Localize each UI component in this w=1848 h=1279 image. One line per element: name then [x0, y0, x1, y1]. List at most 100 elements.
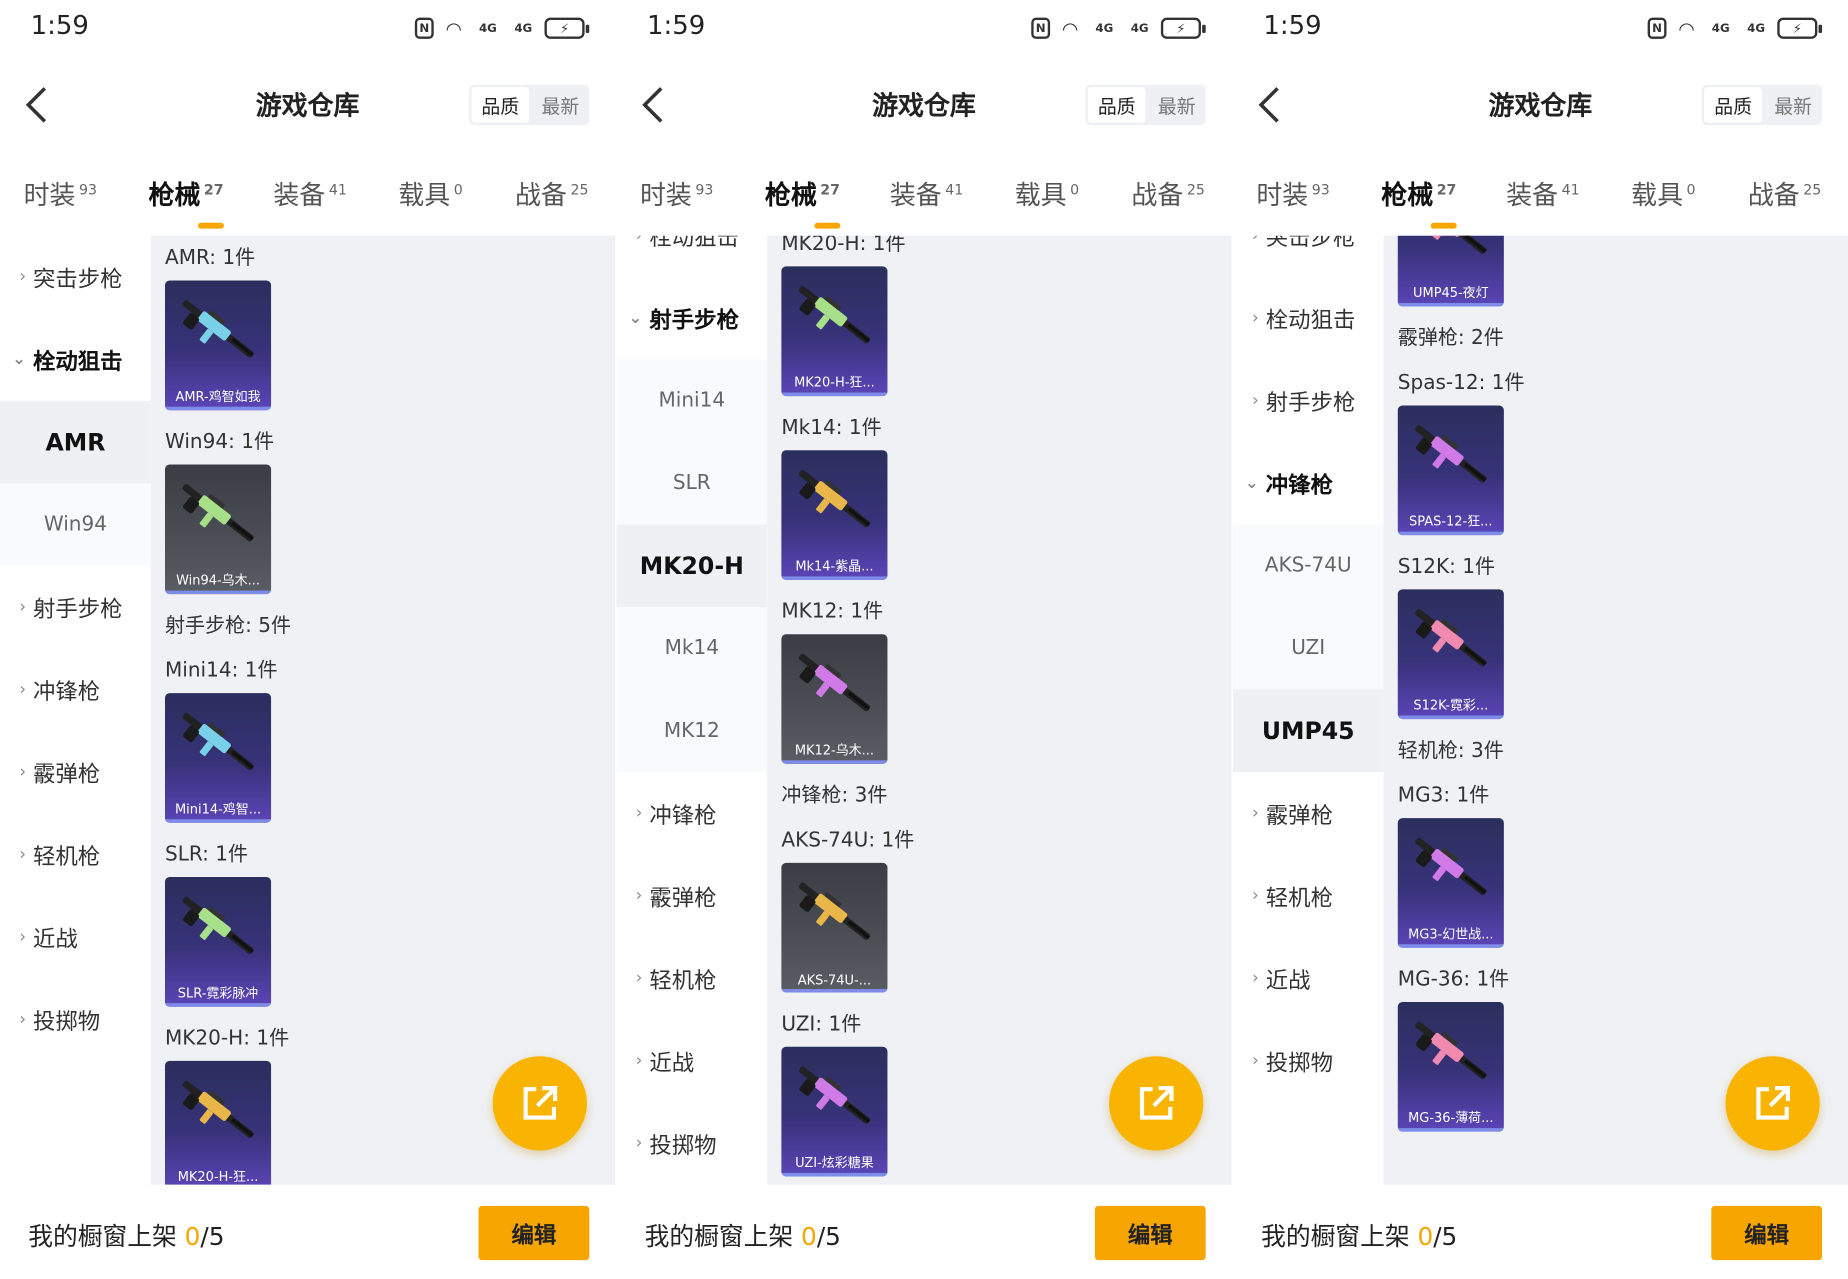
sort-toggle[interactable]: 品质 最新: [469, 84, 590, 125]
tab-supplies[interactable]: 战备 25: [515, 174, 588, 212]
sidebar-item-label: 近战: [1265, 967, 1311, 994]
tab-fashion[interactable]: 时装 93: [24, 174, 97, 212]
sidebar-item[interactable]: › 轻机枪: [1233, 855, 1384, 938]
weapon-list: MK20-H: 1件 MK20-H-狂... Mk14: 1件 Mk14-紫晶... M…: [767, 235, 1232, 1185]
sidebar-subitem[interactable]: UMP45: [1232, 689, 1384, 773]
sort-toggle[interactable]: 品质 最新: [1085, 84, 1206, 125]
sidebar-subitem[interactable]: Mk14: [616, 607, 768, 690]
sort-quality-option[interactable]: 品质: [1704, 87, 1762, 123]
tab-equipment[interactable]: 装备 41: [1506, 174, 1579, 212]
edit-button[interactable]: 编辑: [478, 1205, 590, 1261]
sidebar-subitem[interactable]: SLR: [616, 442, 768, 525]
weapon-card[interactable]: UZI-炫彩糖果: [781, 1046, 888, 1177]
sidebar-subitem[interactable]: AMR: [0, 400, 151, 484]
sidebar-item[interactable]: › 投掷物: [1233, 1020, 1384, 1103]
sidebar-item[interactable]: › 轻机枪: [616, 937, 767, 1020]
weapon-card[interactable]: MK20-H-狂...: [164, 1060, 272, 1185]
chevron-right-icon: ›: [635, 968, 643, 988]
tab-supplies[interactable]: 战备 25: [1748, 174, 1821, 212]
edit-button[interactable]: 编辑: [1711, 1205, 1823, 1261]
group-label: AMR: 1件: [164, 246, 256, 270]
sidebar-subitem[interactable]: Mini14: [616, 359, 768, 443]
weapon-card[interactable]: S12K-霓彩...: [1397, 589, 1504, 720]
weapon-image: [798, 286, 871, 344]
sidebar-item[interactable]: › 突击步枪: [1233, 236, 1384, 277]
weapon-image: [182, 1080, 254, 1138]
back-button[interactable]: [16, 83, 56, 128]
tab-vehicles[interactable]: 载具 0: [398, 174, 462, 212]
weapon-card[interactable]: Win94-乌木...: [164, 464, 272, 595]
sidebar-item[interactable]: › 近战: [616, 1020, 767, 1103]
weapon-card[interactable]: AKS-74U-...: [781, 862, 888, 993]
sidebar-item[interactable]: ⌄ 射手步枪: [616, 277, 767, 360]
group-label: MK12: 1件: [781, 600, 884, 624]
sidebar-item[interactable]: › 突击步枪: [0, 236, 151, 319]
sidebar-item[interactable]: ⌄ 冲锋枪: [1233, 442, 1384, 525]
card-bottom-bar: [164, 1003, 272, 1007]
tab-count: 41: [328, 181, 347, 199]
tab-equipment[interactable]: 装备 41: [273, 174, 346, 212]
sidebar-subitem[interactable]: MK12: [616, 689, 768, 773]
back-button[interactable]: [1249, 83, 1289, 128]
weapon-card[interactable]: MK20-H-狂...: [781, 266, 888, 397]
tab-vehicles[interactable]: 载具 0: [1015, 174, 1079, 212]
tab-guns[interactable]: 枪械 27: [148, 174, 224, 229]
sidebar-subitem[interactable]: Win94: [0, 483, 151, 566]
tab-vehicles[interactable]: 载具 0: [1631, 174, 1695, 212]
tab-count: 93: [1311, 181, 1330, 199]
sort-latest-option[interactable]: 最新: [1148, 85, 1206, 125]
weapon-card[interactable]: MG-36-薄荷...: [1397, 1001, 1504, 1132]
share-button[interactable]: [1109, 1056, 1204, 1151]
sidebar-item[interactable]: › 近战: [1233, 937, 1384, 1020]
sidebar-item[interactable]: › 栓动狙击: [616, 236, 767, 277]
weapon-card[interactable]: SLR-霓彩脉冲: [164, 877, 272, 1007]
sort-latest-option[interactable]: 最新: [1764, 85, 1822, 125]
weapon-card-caption: MK20-H-狂...: [177, 1169, 259, 1185]
sidebar-subitem[interactable]: UZI: [1232, 607, 1384, 690]
sidebar-item[interactable]: ⌄ 栓动狙击: [0, 318, 151, 401]
sidebar-subitem[interactable]: AKS-74U: [1232, 524, 1384, 608]
sidebar-item[interactable]: › 栓动狙击: [1233, 277, 1384, 360]
tab-fashion[interactable]: 时装 93: [1256, 174, 1329, 212]
sidebar-item[interactable]: › 近战: [0, 896, 151, 979]
sidebar-subitem[interactable]: MK20-H: [616, 524, 768, 608]
weapon-card[interactable]: AMR-鸡智如我: [164, 280, 272, 411]
chevron-right-icon: ›: [635, 1134, 643, 1153]
tab-label: 装备: [889, 181, 942, 212]
sidebar-item[interactable]: › 射手步枪: [1233, 360, 1384, 443]
sort-quality-option[interactable]: 品质: [1087, 87, 1146, 123]
weapon-card[interactable]: SPAS-12-狂...: [1397, 405, 1504, 536]
tab-label: 战备: [515, 181, 567, 212]
sort-toggle[interactable]: 品质 最新: [1701, 84, 1823, 125]
tab-guns[interactable]: 枪械 27: [1381, 174, 1457, 229]
weapon-card[interactable]: UMP45-夜灯: [1397, 235, 1504, 307]
sidebar-item[interactable]: › 霰弹枪: [616, 855, 767, 938]
header: 游戏仓库 品质 最新: [616, 56, 1232, 154]
tab-count: 41: [945, 181, 964, 199]
tab-supplies[interactable]: 战备 25: [1131, 174, 1204, 212]
weapon-card[interactable]: Mini14-鸡智...: [164, 693, 272, 823]
sidebar-item[interactable]: › 轻机枪: [0, 813, 151, 896]
weapon-card[interactable]: Mk14-紫晶...: [781, 450, 888, 580]
nfc-icon: N: [1647, 17, 1667, 39]
share-button[interactable]: [492, 1056, 587, 1151]
weapon-card[interactable]: MK12-乌木...: [781, 634, 888, 764]
sidebar-item[interactable]: › 投掷物: [616, 1102, 767, 1185]
weapon-card[interactable]: MG3-幻世战...: [1397, 818, 1504, 948]
sort-latest-option[interactable]: 最新: [532, 85, 590, 125]
back-button[interactable]: [633, 83, 673, 128]
tab-equipment[interactable]: 装备 41: [890, 174, 963, 212]
sort-quality-option[interactable]: 品质: [471, 87, 530, 123]
tab-fashion[interactable]: 时装 93: [640, 174, 713, 212]
sidebar-item[interactable]: › 霰弹枪: [1233, 772, 1384, 855]
tab-guns[interactable]: 枪械 27: [765, 174, 841, 229]
share-button[interactable]: [1725, 1056, 1820, 1151]
edit-button[interactable]: 编辑: [1094, 1205, 1206, 1261]
sidebar-item[interactable]: › 霰弹枪: [0, 731, 151, 814]
weapon-card-caption: MK12-乌木...: [794, 742, 875, 758]
sidebar-item[interactable]: › 投掷物: [0, 978, 151, 1061]
sidebar-item[interactable]: › 冲锋枪: [0, 648, 151, 731]
sidebar-item[interactable]: › 射手步枪: [0, 566, 151, 649]
sidebar-item[interactable]: › 冲锋枪: [616, 772, 767, 855]
category-tabs: 时装 93 枪械 27 装备 41 载具 0 战备 25: [1232, 153, 1848, 236]
